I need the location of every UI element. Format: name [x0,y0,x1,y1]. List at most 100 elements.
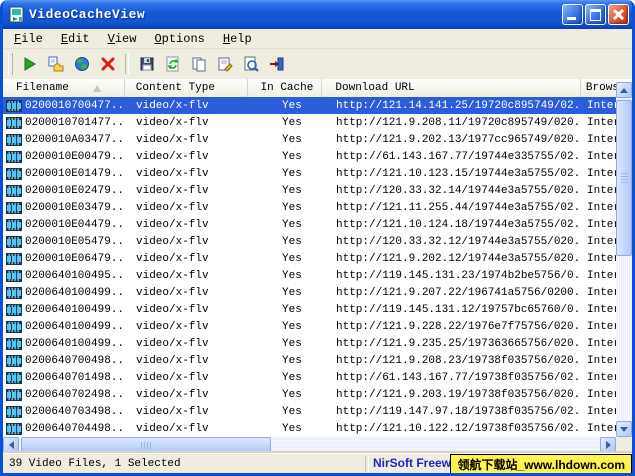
cell-filename: 0200010E03479... [3,202,125,214]
menu-view[interactable]: View [99,31,146,47]
cell-content-type: video/x-flv [125,134,248,146]
cell-browser: Intern [582,287,616,299]
menu-edit[interactable]: Edit [52,31,99,47]
film-strip-icon [6,355,22,367]
table-row[interactable]: 0200640100499... video/x-flv Yes http://… [3,318,616,335]
scroll-left-button[interactable] [3,437,19,453]
horizontal-scroll-thumb[interactable] [21,437,271,453]
toolbar-separator [125,54,129,74]
cell-filename: 0200640100499... [3,287,125,299]
cell-content-type: video/x-flv [125,151,248,163]
table-row[interactable]: 0200640100499... video/x-flv Yes http://… [3,301,616,318]
exit-button[interactable] [265,53,288,76]
cell-browser: Intern [582,389,616,401]
cell-browser: Intern [582,304,616,316]
cell-browser: Intern [582,236,616,248]
cell-filename: 0200010E06479... [3,253,125,265]
column-header-download-url[interactable]: Download URL [322,79,580,97]
table-row[interactable]: 0200640100499... video/x-flv Yes http://… [3,335,616,352]
cell-in-cache: Yes [248,406,323,418]
table-row[interactable]: 0200010E01479... video/x-flv Yes http://… [3,165,616,182]
vertical-scroll-thumb[interactable] [616,100,632,256]
table-row[interactable]: 0200640704498... video/x-flv Yes http://… [3,420,616,437]
cell-browser: Intern [582,219,616,231]
scroll-right-button[interactable] [600,437,616,453]
copy-files-button[interactable] [44,53,67,76]
column-header-filename[interactable]: Filename [3,79,125,97]
arrow-right-icon [606,441,611,449]
table-row[interactable]: 0200010701477... video/x-flv Yes http://… [3,114,616,131]
table-row[interactable]: 0200640701498... video/x-flv Yes http://… [3,369,616,386]
film-strip-icon [6,185,22,197]
cell-in-cache: Yes [248,355,323,367]
column-header-in-cache[interactable]: In Cache [248,79,323,97]
horizontal-scrollbar[interactable] [3,437,616,453]
app-icon [8,6,25,23]
videocacheview-window: VideoCacheView FileEditViewOptionsHelp [0,0,635,476]
film-strip-icon [6,304,22,316]
scroll-up-button[interactable] [616,82,632,98]
cell-in-cache: Yes [248,287,323,299]
cell-in-cache: Yes [248,304,323,316]
table-row[interactable]: 0200640700498... video/x-flv Yes http://… [3,352,616,369]
close-button[interactable] [608,4,629,25]
table-row[interactable]: 0200640703498... video/x-flv Yes http://… [3,403,616,420]
cell-browser: Intern [582,321,616,333]
menu-options[interactable]: Options [145,31,213,47]
scrollbar-corner [616,437,632,453]
minimize-button[interactable] [562,4,583,25]
cell-filename: 0200010701477... [3,117,125,129]
cell-in-cache: Yes [248,270,323,282]
column-header-row: Filename Content Type In Cache Download … [3,79,632,98]
cell-content-type: video/x-flv [125,389,248,401]
cell-filename: 0200640700498... [3,355,125,367]
table-row[interactable]: 0200640100499... video/x-flv Yes http://… [3,284,616,301]
cell-download-url: http://119.145.131.23/1974b2be5756/0... [323,270,582,282]
maximize-button[interactable] [585,4,606,25]
table-row[interactable]: 0200010700477... video/x-flv Yes http://… [3,97,616,114]
table-row[interactable]: 0200010E00479... video/x-flv Yes http://… [3,148,616,165]
cell-download-url: http://120.33.32.14/19744e3a5755/020... [323,185,582,197]
copy-button[interactable] [187,53,210,76]
vertical-scrollbar[interactable] [616,82,632,437]
delete-button[interactable] [96,53,119,76]
table-row[interactable]: 0200010A03477... video/x-flv Yes http://… [3,131,616,148]
menu-help[interactable]: Help [214,31,261,47]
cell-filename: 0200640100495... [3,270,125,282]
cell-filename: 0200640701498... [3,372,125,384]
cell-download-url: http://120.33.32.12/19744e3a5755/020... [323,236,582,248]
table-row[interactable]: 0200010E03479... video/x-flv Yes http://… [3,199,616,216]
cell-content-type: video/x-flv [125,253,248,265]
cell-filename: 0200640100499... [3,321,125,333]
menu-file[interactable]: File [5,31,52,47]
properties-button[interactable] [213,53,236,76]
find-button[interactable] [239,53,262,76]
cell-browser: Intern [582,134,616,146]
cell-content-type: video/x-flv [125,219,248,231]
open-in-browser-button[interactable] [70,53,93,76]
table-row[interactable]: 0200010E04479... video/x-flv Yes http://… [3,216,616,233]
cell-filename: 0200010E05479... [3,236,125,248]
title-bar: VideoCacheView [3,0,632,29]
file-list-area: Filename Content Type In Cache Download … [3,79,632,453]
table-row[interactable]: 0200010E02479... video/x-flv Yes http://… [3,182,616,199]
cell-content-type: video/x-flv [125,406,248,418]
film-strip-icon [6,117,22,129]
table-row[interactable]: 0200010E06479... video/x-flv Yes http://… [3,250,616,267]
cell-in-cache: Yes [248,202,323,214]
table-row[interactable]: 0200640702498... video/x-flv Yes http://… [3,386,616,403]
refresh-button[interactable] [161,53,184,76]
scroll-down-button[interactable] [616,421,632,437]
table-row[interactable]: 0200640100495... video/x-flv Yes http://… [3,267,616,284]
cell-filename: 0200010E04479... [3,219,125,231]
film-strip-icon [6,202,22,214]
table-row[interactable]: 0200010E05479... video/x-flv Yes http://… [3,233,616,250]
play-video-button[interactable] [18,53,41,76]
cell-download-url: http://121.9.203.19/19738f035756/020... [323,389,582,401]
delete-x-icon [100,56,116,72]
cell-browser: Intern [582,168,616,180]
film-strip-icon [6,389,22,401]
save-button[interactable] [135,53,158,76]
column-header-content-type[interactable]: Content Type [125,79,248,97]
cell-browser: Intern [582,202,616,214]
